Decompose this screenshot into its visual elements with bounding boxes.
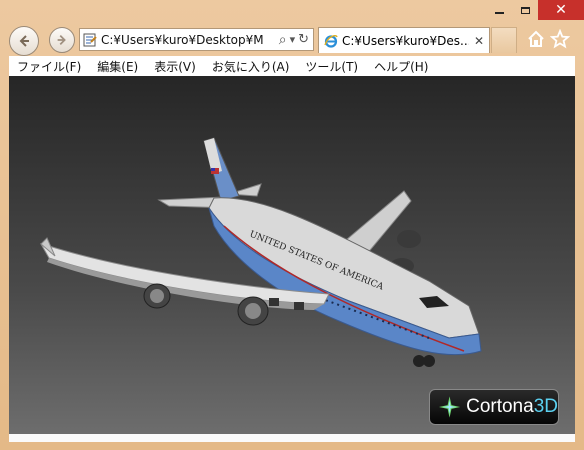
address-bar[interactable]: C:¥Users¥kuro¥Desktop¥M ⌕ ▾ ↻ <box>79 28 314 51</box>
home-icon[interactable] <box>526 29 546 49</box>
close-icon: ✕ <box>555 2 567 18</box>
refresh-icon[interactable]: ↻ <box>298 32 309 47</box>
address-buttons: ⌕ ▾ ↻ <box>275 32 313 48</box>
status-strip <box>9 434 575 442</box>
back-button[interactable] <box>9 26 39 56</box>
menu-view[interactable]: 表示(V) <box>146 58 204 75</box>
star-icon[interactable] <box>550 29 570 49</box>
tab-close-icon[interactable]: ✕ <box>469 34 489 48</box>
close-window-button[interactable]: ✕ <box>538 0 584 20</box>
forward-icon <box>57 35 66 45</box>
maximize-icon <box>520 6 530 14</box>
window-caption-buttons: ✕ <box>486 0 584 22</box>
menu-help[interactable]: ヘルプ(H) <box>366 58 436 75</box>
menu-file[interactable]: ファイル(F) <box>9 58 89 75</box>
maximize-button[interactable] <box>512 0 538 20</box>
airplane-model[interactable]: UNITED STATES OF AMERICA <box>9 76 575 434</box>
tab-title: C:¥Users¥kuro¥Des... <box>342 33 469 48</box>
cortona-icon <box>438 396 461 418</box>
cortona-3d-text: 3D <box>533 396 558 417</box>
new-tab-button[interactable] <box>491 27 517 53</box>
menu-favorites[interactable]: お気に入り(A) <box>204 58 298 75</box>
cortona-logo[interactable]: Cortona 3D <box>429 389 559 425</box>
ie-icon <box>324 34 338 48</box>
minimize-button[interactable] <box>486 0 512 20</box>
search-icon[interactable]: ⌕ <box>279 32 287 48</box>
menu-bar: ファイル(F) 編集(E) 表示(V) お気に入り(A) ツール(T) ヘルプ(… <box>9 56 575 76</box>
browser-window: ✕ C:¥Users¥kuro¥Desktop¥M ⌕ ▾ ↻ C:¥Users… <box>0 0 584 450</box>
tab-active[interactable]: C:¥Users¥kuro¥Des... ✕ <box>318 27 490 53</box>
dropdown-icon[interactable]: ▾ <box>290 33 296 46</box>
menu-tools[interactable]: ツール(T) <box>297 58 366 75</box>
3d-viewport[interactable]: UNITED STATES OF AMERICA Cortona 3D <box>9 76 575 434</box>
address-url[interactable]: C:¥Users¥kuro¥Desktop¥M <box>101 33 275 47</box>
cortona-text: Cortona <box>466 396 534 417</box>
minimize-icon <box>494 12 504 14</box>
forward-button[interactable] <box>49 27 75 53</box>
engine-inner <box>237 296 269 326</box>
menu-edit[interactable]: 編集(E) <box>89 58 146 75</box>
back-icon <box>19 35 29 47</box>
engine-outer <box>143 283 171 309</box>
page-icon <box>83 33 97 46</box>
